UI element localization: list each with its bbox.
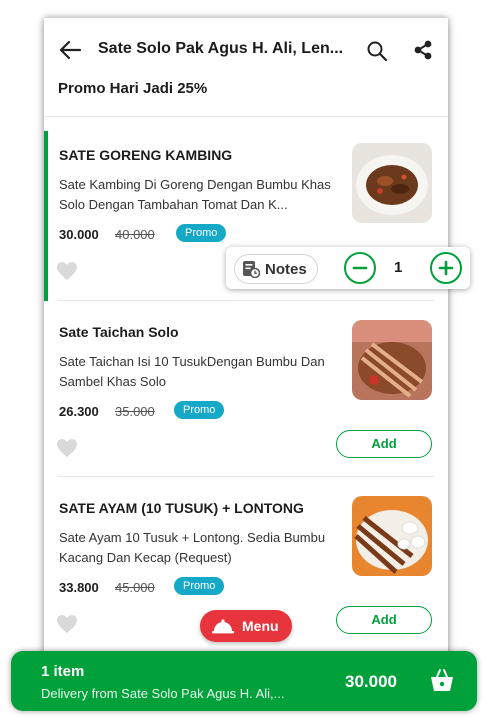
item-photo[interactable]: [352, 496, 432, 576]
minus-icon: [352, 266, 368, 270]
menu-button[interactable]: Menu: [200, 610, 292, 642]
section-title: Promo Hari Jadi 25%: [58, 80, 208, 97]
notes-label: Notes: [265, 261, 307, 278]
add-button[interactable]: Add: [336, 606, 432, 634]
search-icon[interactable]: [366, 40, 388, 62]
promo-badge: Promo: [174, 401, 225, 419]
selected-item-indicator: [44, 131, 48, 301]
restaurant-title: Sate Solo Pak Agus H. Ali, Len...: [98, 40, 344, 57]
promo-badge: Promo: [174, 577, 225, 595]
heart-icon[interactable]: [56, 614, 78, 634]
item-price: 26.300: [59, 404, 99, 419]
cart-total: 30.000: [345, 672, 397, 691]
share-icon[interactable]: [412, 39, 434, 61]
notes-button[interactable]: Notes: [234, 254, 318, 284]
item-name: SATE AYAM (10 TUSUK) + LONTONG: [59, 500, 304, 516]
food-cloche-icon: [212, 619, 234, 634]
item-description: Sate Kambing Di Goreng Dengan Bumbu Khas…: [59, 177, 331, 212]
item-divider: [58, 300, 434, 301]
cart-bar[interactable]: 1 item Delivery from Sate Solo Pak Agus …: [11, 651, 477, 711]
menu-label: Menu: [242, 618, 279, 634]
item-divider: [58, 476, 434, 477]
plus-icon: [438, 260, 454, 276]
heart-icon[interactable]: [56, 261, 78, 281]
notes-icon: [243, 261, 260, 278]
back-arrow-icon[interactable]: [58, 39, 82, 61]
item-price: 33.800: [59, 580, 99, 595]
item-description: Sate Taichan Isi 10 TusukDengan Bumbu Da…: [59, 354, 325, 389]
item-photo[interactable]: [352, 143, 432, 223]
item-quantity-controls: Notes 1: [226, 247, 470, 289]
item-original-price: 35.000: [115, 404, 155, 419]
restaurant-menu-screen: Sate Solo Pak Agus H. Ali, Len... Promo …: [44, 18, 448, 678]
increase-quantity-button[interactable]: [430, 252, 462, 284]
shopping-basket-icon: [431, 669, 453, 691]
quantity-value: 1: [394, 259, 403, 276]
item-price: 30.000: [59, 227, 99, 242]
item-name: SATE GORENG KAMBING: [59, 147, 233, 163]
item-name: Sate Taichan Solo: [59, 324, 179, 340]
cart-item-count: 1 item: [41, 663, 85, 680]
item-photo[interactable]: [352, 320, 432, 400]
item-description: Sate Ayam 10 Tusuk + Lontong. Sedia Bumb…: [59, 530, 326, 565]
app-bar: Sate Solo Pak Agus H. Ali, Len...: [44, 18, 448, 82]
heart-icon[interactable]: [56, 438, 78, 458]
cart-delivery-text: Delivery from Sate Solo Pak Agus H. Ali,…: [41, 686, 285, 701]
section-divider: [44, 116, 448, 117]
decrease-quantity-button[interactable]: [344, 252, 376, 284]
item-original-price: 40.000: [115, 227, 155, 242]
add-button[interactable]: Add: [336, 430, 432, 458]
item-original-price: 45.000: [115, 580, 155, 595]
promo-badge: Promo: [176, 224, 227, 242]
